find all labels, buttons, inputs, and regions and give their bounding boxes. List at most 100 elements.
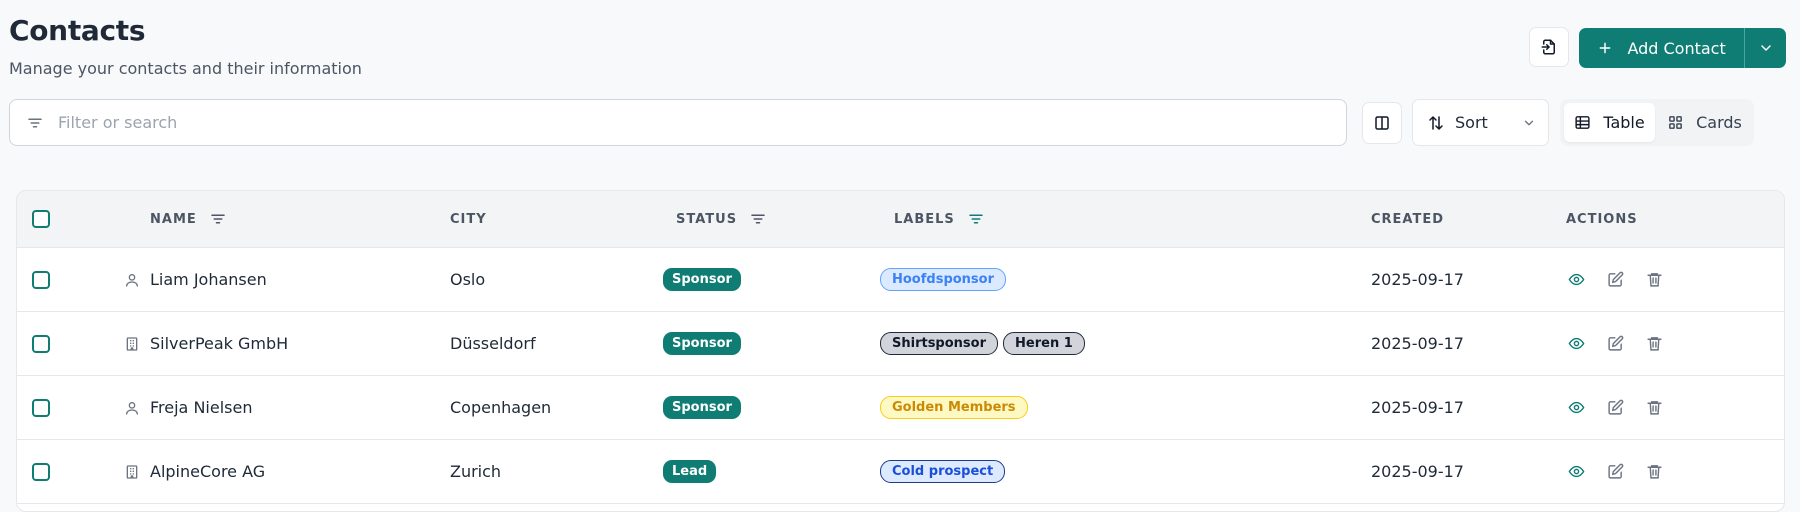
sort-dropdown[interactable]: Sort — [1412, 99, 1549, 146]
add-contact-button-group: Add Contact — [1579, 28, 1786, 68]
column-header-created-label: CREATED — [1371, 211, 1445, 227]
add-contact-button[interactable]: Add Contact — [1579, 28, 1744, 68]
contact-city: Oslo — [450, 270, 486, 289]
table-row[interactable]: SilverPeak GmbH Düsseldorf Sponsor Shirt… — [17, 312, 1784, 376]
created-date: 2025-09-17 — [1371, 334, 1464, 353]
column-header-name[interactable]: NAME — [150, 191, 227, 247]
building-icon — [124, 464, 140, 480]
row-select-cell — [32, 376, 50, 439]
row-checkbox[interactable] — [32, 270, 50, 289]
person-icon — [124, 400, 140, 416]
edit-icon[interactable] — [1607, 335, 1624, 352]
view-eye-icon[interactable] — [1568, 335, 1585, 352]
view-table-button[interactable]: Table — [1564, 103, 1655, 142]
contact-name-cell: SilverPeak GmbH — [124, 312, 288, 375]
label-tag: Golden Members — [880, 396, 1028, 419]
status-badge: Sponsor — [663, 396, 741, 419]
view-eye-icon[interactable] — [1568, 463, 1585, 480]
contact-name[interactable]: Freja Nielsen — [150, 398, 252, 417]
status-cell: Sponsor — [663, 312, 741, 375]
column-header-created: CREATED — [1371, 191, 1444, 247]
plus-icon — [1597, 40, 1613, 56]
status-cell: Sponsor — [663, 376, 741, 439]
table-row[interactable]: Liam Johansen Oslo Sponsor Hoofdsponsor … — [17, 248, 1784, 312]
actions-cell — [1568, 440, 1663, 503]
trash-icon[interactable] — [1646, 271, 1663, 288]
labels-cell: Shirtsponsor Heren 1 — [880, 312, 1085, 375]
view-cards-button[interactable]: Cards — [1659, 103, 1750, 142]
trash-icon[interactable] — [1646, 399, 1663, 416]
contact-city: Copenhagen — [450, 398, 552, 417]
row-checkbox[interactable] — [32, 334, 50, 353]
contact-name[interactable]: Liam Johansen — [150, 270, 267, 289]
table-header: NAME CITY STATUS LABELS CREATED ACTIONS — [17, 191, 1784, 248]
table-body: Liam Johansen Oslo Sponsor Hoofdsponsor … — [17, 248, 1784, 504]
file-export-icon — [1540, 38, 1558, 56]
export-button[interactable] — [1529, 27, 1569, 67]
column-header-status-label: STATUS — [676, 211, 738, 227]
edit-icon[interactable] — [1607, 463, 1624, 480]
add-contact-label: Add Contact — [1627, 38, 1726, 58]
column-header-labels-label: LABELS — [894, 211, 955, 227]
label-tag: Shirtsponsor — [880, 332, 999, 355]
contact-city: Düsseldorf — [450, 334, 536, 353]
contact-name[interactable]: AlpineCore AG — [150, 462, 265, 481]
edit-icon[interactable] — [1607, 399, 1624, 416]
column-header-labels[interactable]: LABELS — [894, 191, 985, 247]
columns-toggle-button[interactable] — [1362, 102, 1402, 144]
table-icon — [1574, 114, 1591, 131]
edit-icon[interactable] — [1607, 271, 1624, 288]
view-table-label: Table — [1603, 113, 1645, 132]
contact-name-cell: Liam Johansen — [124, 248, 267, 311]
sort-label: Sort — [1455, 113, 1488, 132]
labels-cell: Hoofdsponsor — [880, 248, 1007, 311]
filter-icon — [26, 114, 44, 132]
table-row[interactable]: Freja Nielsen Copenhagen Sponsor Golden … — [17, 376, 1784, 440]
select-all-cell — [32, 191, 50, 247]
status-cell: Sponsor — [663, 248, 741, 311]
building-icon — [124, 336, 140, 352]
view-cards-label: Cards — [1696, 113, 1742, 132]
created-date: 2025-09-17 — [1371, 462, 1464, 481]
contacts-table: NAME CITY STATUS LABELS CREATED ACTIONS — [16, 190, 1785, 512]
person-icon — [124, 272, 140, 288]
row-checkbox[interactable] — [32, 398, 50, 417]
select-all-checkbox[interactable] — [32, 210, 50, 228]
trash-icon[interactable] — [1646, 463, 1663, 480]
view-toggle: Table Cards — [1560, 99, 1754, 146]
sort-arrows-icon — [1427, 114, 1445, 132]
created-date: 2025-09-17 — [1371, 270, 1464, 289]
labels-cell: Golden Members — [880, 376, 1028, 439]
contact-name-cell: AlpineCore AG — [124, 440, 265, 503]
status-badge: Sponsor — [663, 332, 741, 355]
column-header-name-label: NAME — [150, 211, 197, 227]
grid-icon — [1667, 114, 1684, 131]
chevron-down-icon — [1758, 40, 1774, 56]
status-cell: Lead — [663, 440, 717, 503]
chevron-down-icon — [1522, 116, 1536, 130]
row-checkbox[interactable] — [32, 462, 50, 481]
column-header-actions: ACTIONS — [1566, 191, 1638, 247]
filter-icon[interactable] — [749, 210, 767, 228]
search-input[interactable] — [56, 112, 1310, 133]
label-tag: Hoofdsponsor — [880, 268, 1007, 291]
labels-cell: Cold prospect — [880, 440, 1006, 503]
filter-icon[interactable] — [967, 210, 985, 228]
page-subtitle: Manage your contacts and their informati… — [9, 59, 362, 78]
column-header-status[interactable]: STATUS — [676, 191, 767, 247]
contact-name-cell: Freja Nielsen — [124, 376, 252, 439]
trash-icon[interactable] — [1646, 335, 1663, 352]
row-select-cell — [32, 312, 50, 375]
table-row[interactable]: AlpineCore AG Zurich Lead Cold prospect … — [17, 440, 1784, 504]
view-eye-icon[interactable] — [1568, 399, 1585, 416]
status-badge: Sponsor — [663, 268, 741, 291]
view-eye-icon[interactable] — [1568, 271, 1585, 288]
actions-cell — [1568, 248, 1663, 311]
column-header-actions-label: ACTIONS — [1566, 211, 1638, 227]
add-contact-menu-button[interactable] — [1744, 28, 1786, 68]
search-bar — [9, 99, 1347, 146]
created-date: 2025-09-17 — [1371, 398, 1464, 417]
contact-name[interactable]: SilverPeak GmbH — [150, 334, 288, 353]
actions-cell — [1568, 376, 1663, 439]
filter-icon[interactable] — [209, 210, 227, 228]
